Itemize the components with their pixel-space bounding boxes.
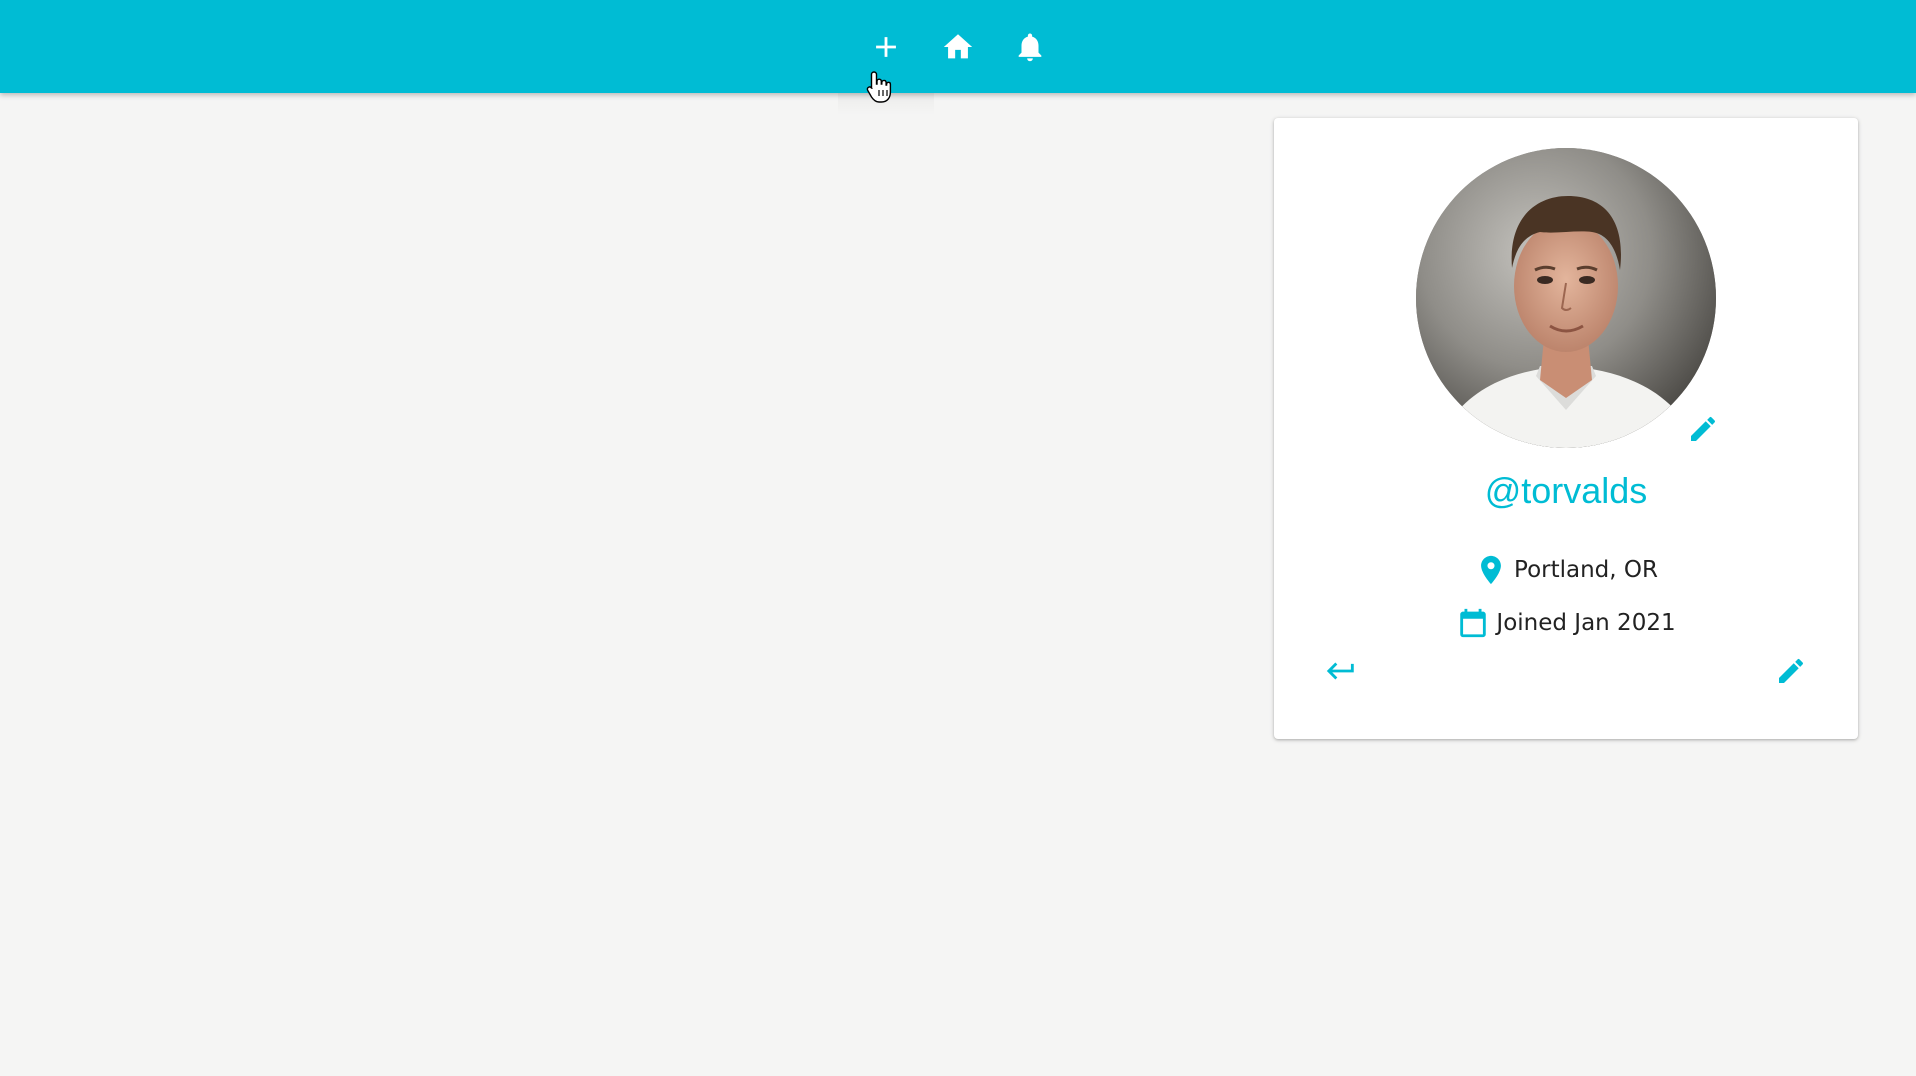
pencil-icon: [1779, 658, 1804, 683]
logout-button[interactable]: [1318, 648, 1364, 694]
joined-text: Joined Jan 2021: [1496, 610, 1676, 636]
profile-handle: @torvalds: [1484, 470, 1648, 511]
location-text: Portland, OR: [1514, 557, 1658, 583]
bell-icon: [1018, 33, 1042, 62]
profile-avatar: [1416, 148, 1716, 448]
edit-profile-button[interactable]: [1768, 648, 1814, 694]
location-row: Portland, OR: [1274, 548, 1858, 592]
return-arrow-icon: [1326, 662, 1354, 680]
home-icon: [943, 34, 973, 59]
notifications-button[interactable]: [1005, 22, 1055, 72]
avatar-photo: [1416, 148, 1716, 448]
joined-row: Joined Jan 2021: [1274, 601, 1858, 645]
top-navbar: [0, 0, 1916, 93]
hover-tooltip-shadow: [838, 93, 934, 115]
profile-card: @torvalds Portland, OR Joined Jan 2021: [1274, 118, 1858, 739]
location-pin-icon: [1481, 555, 1501, 585]
add-button[interactable]: [861, 22, 911, 72]
home-button[interactable]: [933, 22, 983, 72]
pencil-icon: [1691, 416, 1716, 441]
add-icon: [876, 37, 896, 57]
profile-details: Portland, OR Joined Jan 2021: [1274, 548, 1858, 654]
calendar-icon: [1460, 608, 1487, 638]
edit-photo-button[interactable]: [1684, 410, 1722, 448]
